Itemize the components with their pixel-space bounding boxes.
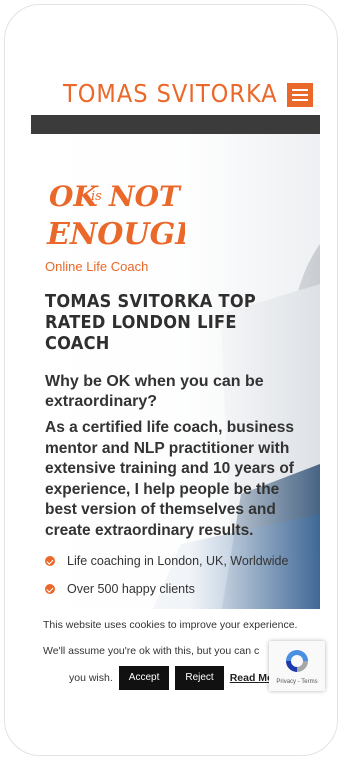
cookie-text-line3: you wish.	[69, 672, 113, 684]
hero-section: OK is NOT ENOUGH Online Life Coach TOMAS…	[31, 134, 320, 614]
svg-text:ENOUGH: ENOUGH	[46, 217, 185, 252]
recaptcha-badge[interactable]: Privacy - Terms	[269, 641, 325, 691]
hero-subtitle: Online Life Coach	[45, 259, 149, 274]
phone-frame: TOMAS SVITORKA OK is NOT ENOUG Online Li…	[4, 4, 338, 756]
hamburger-menu-icon[interactable]	[287, 83, 313, 107]
list-item: Over 500 happy clients	[45, 575, 315, 603]
bullet-text: Over 500 happy clients	[67, 582, 195, 596]
cookie-text-line2: We'll assume you're ok with this, but yo…	[43, 645, 260, 657]
site-brand[interactable]: TOMAS SVITORKA	[63, 79, 278, 108]
check-circle-icon	[45, 556, 55, 566]
check-circle-icon	[45, 584, 55, 594]
list-item: Life coaching in London, UK, Worldwide	[45, 547, 315, 575]
svg-text:is: is	[91, 189, 102, 204]
cookie-actions: you wish. Accept Reject Read Mo	[69, 666, 273, 690]
hero-paragraph: As a certified life coach, business ment…	[45, 419, 294, 539]
reject-button[interactable]: Reject	[175, 666, 224, 690]
recaptcha-icon	[286, 650, 308, 672]
svg-text:NOT: NOT	[108, 180, 182, 213]
recaptcha-footer[interactable]: Privacy - Terms	[269, 679, 325, 685]
bullet-text: Life coaching in London, UK, Worldwide	[67, 554, 289, 568]
site-header: TOMAS SVITORKA	[31, 5, 320, 119]
read-more-link[interactable]: Read Mo	[230, 672, 274, 684]
accept-button[interactable]: Accept	[118, 666, 170, 690]
nav-bar	[31, 115, 320, 134]
ok-is-not-enough-logo: OK is NOT ENOUGH	[46, 180, 185, 252]
cookie-text-line1: This website uses cookies to improve you…	[43, 619, 298, 631]
hero-bullets: Life coaching in London, UK, Worldwide O…	[45, 547, 315, 603]
hero-question: Why be OK when you can be extraordinary?	[45, 373, 264, 410]
hero-title: TOMAS SVITORKA TOP RATED LONDON LIFE COA…	[45, 291, 257, 354]
